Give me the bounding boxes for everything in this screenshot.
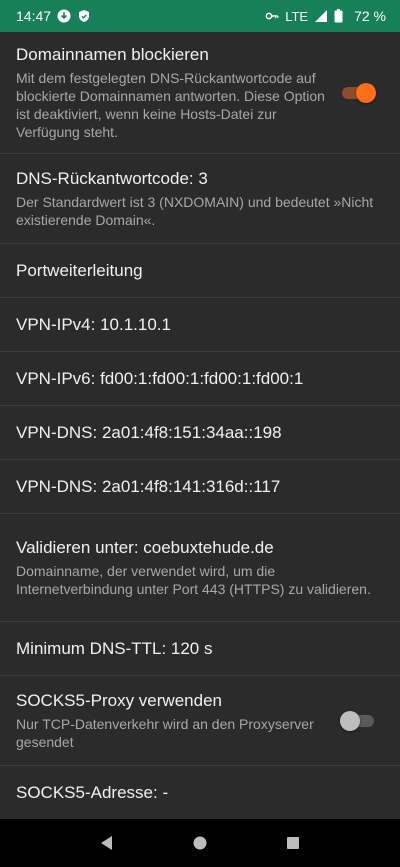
min-ttl-setting[interactable]: Minimum DNS-TTL: 120 s: [0, 622, 400, 676]
vpn-ipv4-title: VPN-IPv4: 10.1.10.1: [16, 314, 171, 334]
validate-summary: Domainname, der verwendet wird, um die I…: [16, 563, 371, 597]
socks5-toggle[interactable]: [340, 710, 376, 731]
vpn-ipv6-title: VPN-IPv6: fd00:1:fd00:1:fd00:1:fd00:1: [16, 368, 304, 388]
toggle-thumb: [340, 710, 360, 731]
recents-icon[interactable]: [281, 831, 305, 855]
vpn-dns-1-title: VPN-DNS: 2a01:4f8:151:34aa::198: [16, 422, 282, 442]
settings-list: Domainnamen blockieren Mit dem festgeleg…: [0, 32, 400, 820]
vpn-dns-2-setting[interactable]: VPN-DNS: 2a01:4f8:141:316d::117: [0, 460, 400, 514]
navigation-bar: [0, 819, 400, 867]
socks5-summary: Nur TCP-Datenverkehr wird an den Proxyse…: [16, 716, 314, 750]
block-domains-summary: Mit dem festgelegten DNS-Rückantwortcode…: [16, 70, 325, 140]
vpn-dns-2-title: VPN-DNS: 2a01:4f8:141:316d::117: [16, 476, 281, 496]
dns-code-setting[interactable]: DNS-Rückantwortcode: 3 Der Standardwert …: [0, 154, 400, 244]
socks5-setting[interactable]: SOCKS5-Proxy verwenden Nur TCP-Datenverk…: [0, 676, 400, 766]
battery-percentage: 72 %: [354, 8, 386, 24]
status-bar: 14:47 LTE 72 %: [0, 0, 400, 32]
block-domains-title: Domainnamen blockieren: [16, 45, 209, 64]
toggle-thumb: [356, 82, 376, 103]
dns-code-summary: Der Standardwert ist 3 (NXDOMAIN) und be…: [16, 194, 374, 228]
socks5-title: SOCKS5-Proxy verwenden: [16, 691, 222, 710]
status-time: 14:47: [16, 8, 52, 24]
battery-icon: [334, 9, 348, 23]
vpn-dns-1-setting[interactable]: VPN-DNS: 2a01:4f8:151:34aa::198: [0, 406, 400, 460]
port-forwarding-title: Portweiterleitung: [16, 260, 143, 280]
network-type: LTE: [285, 8, 309, 24]
validate-setting[interactable]: Validieren unter: coebuxtehude.de Domain…: [0, 514, 400, 622]
socks5-address-setting[interactable]: SOCKS5-Adresse: -: [0, 766, 400, 820]
validate-title: Validieren unter: coebuxtehude.de: [16, 538, 274, 557]
block-domains-setting[interactable]: Domainnamen blockieren Mit dem festgeleg…: [0, 32, 400, 154]
vpn-ipv6-setting[interactable]: VPN-IPv6: fd00:1:fd00:1:fd00:1:fd00:1: [0, 352, 400, 406]
signal-icon: [314, 9, 328, 23]
status-bar-right: LTE 72 %: [265, 8, 386, 24]
dns-code-title: DNS-Rückantwortcode: 3: [16, 169, 208, 188]
home-icon[interactable]: [188, 831, 212, 855]
port-forwarding-setting[interactable]: Portweiterleitung: [0, 244, 400, 298]
download-icon: [57, 9, 71, 23]
back-icon[interactable]: [95, 831, 119, 855]
vpn-key-icon: [265, 9, 279, 23]
socks5-text: SOCKS5-Proxy verwenden Nur TCP-Datenverk…: [16, 690, 384, 751]
vpn-ipv4-setting[interactable]: VPN-IPv4: 10.1.10.1: [0, 298, 400, 352]
block-domains-text: Domainnamen blockieren Mit dem festgeleg…: [16, 44, 384, 141]
status-bar-left: 14:47: [16, 8, 91, 24]
shield-icon: [77, 9, 91, 23]
block-domains-toggle[interactable]: [340, 82, 376, 103]
socks5-address-title: SOCKS5-Adresse: -: [16, 782, 169, 802]
min-ttl-title: Minimum DNS-TTL: 120 s: [16, 638, 213, 658]
